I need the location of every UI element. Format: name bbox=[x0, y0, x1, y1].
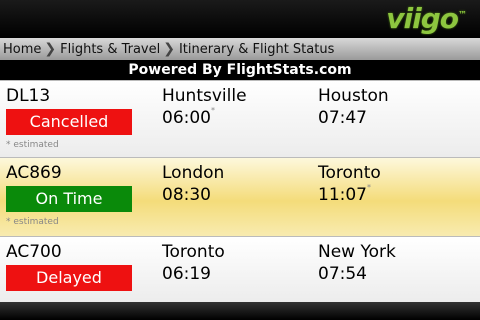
breadcrumb: Home ❯ Flights & Travel ❯ Itinerary & Fl… bbox=[0, 38, 480, 60]
bottom-bar bbox=[0, 302, 480, 320]
flight-row-dl13[interactable]: DL13 Cancelled Huntsville 06:00* Houston… bbox=[0, 80, 480, 157]
estimated-marker: * bbox=[211, 106, 215, 115]
viigo-logo: viigo™ bbox=[386, 2, 467, 35]
chevron-right-icon: ❯ bbox=[44, 41, 57, 57]
estimated-marker: * bbox=[367, 183, 371, 192]
powered-by-banner: Powered By FlightStats.com bbox=[0, 60, 480, 80]
arrival-time: 07:54 bbox=[318, 264, 367, 284]
destination-city: Houston bbox=[318, 86, 389, 106]
estimated-note: * estimated bbox=[6, 217, 59, 227]
estimated-note: * estimated bbox=[6, 140, 59, 150]
arrival-time: 07:47 bbox=[318, 108, 367, 128]
origin-city: Toronto bbox=[162, 242, 225, 262]
departure-time: 08:30 bbox=[162, 185, 211, 205]
breadcrumb-flights-travel[interactable]: Flights & Travel bbox=[57, 42, 162, 57]
breadcrumb-home[interactable]: Home bbox=[0, 42, 43, 57]
departure-time: 06:19 bbox=[162, 264, 211, 284]
origin-city: Huntsville bbox=[162, 86, 247, 106]
origin-city: London bbox=[162, 163, 225, 183]
destination-city: Toronto bbox=[318, 163, 381, 183]
destination-city: New York bbox=[318, 242, 396, 262]
status-badge: On Time bbox=[6, 186, 132, 212]
chevron-right-icon: ❯ bbox=[163, 41, 175, 57]
arrival-time: 11:07* bbox=[318, 183, 371, 205]
flight-number: AC869 bbox=[6, 163, 62, 183]
departure-time: 06:00* bbox=[162, 106, 215, 128]
breadcrumb-itinerary[interactable]: Itinerary & Flight Status bbox=[176, 42, 336, 57]
flight-number: DL13 bbox=[6, 86, 51, 106]
status-badge: Cancelled bbox=[6, 109, 132, 135]
flight-row-ac700[interactable]: AC700 Delayed Toronto 06:19 New York 07:… bbox=[0, 236, 480, 303]
status-badge: Delayed bbox=[6, 265, 132, 291]
top-bar: viigo™ bbox=[0, 0, 480, 38]
flight-row-ac869[interactable]: AC869 On Time London 08:30 Toronto 11:07… bbox=[0, 157, 480, 236]
flight-number: AC700 bbox=[6, 242, 62, 262]
